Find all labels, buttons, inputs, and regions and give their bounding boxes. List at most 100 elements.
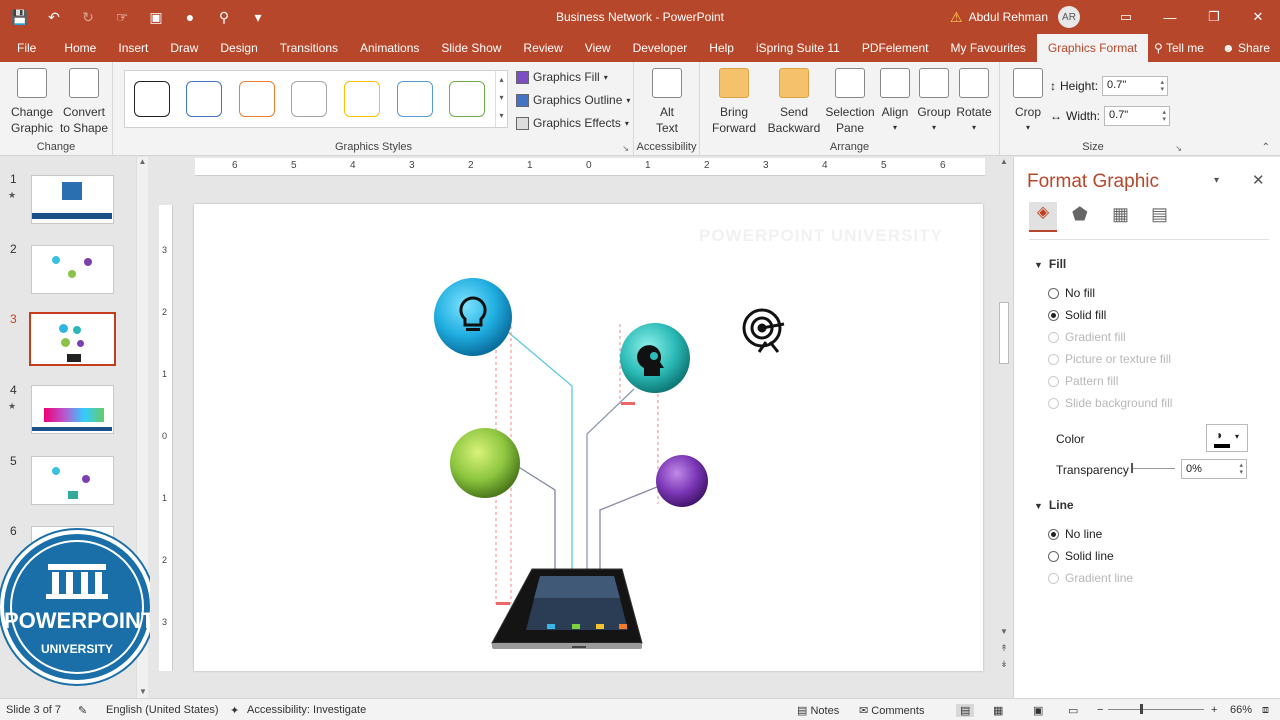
collapse-ribbon-icon[interactable]: ⌃ <box>1262 142 1270 153</box>
target-icon[interactable] <box>742 308 785 353</box>
next-slide-icon[interactable]: ↡ <box>998 659 1010 670</box>
selection-pane-button[interactable]: Selection Pane <box>824 68 876 136</box>
no-fill-option[interactable]: No fill <box>1048 286 1095 300</box>
tab-ispring[interactable]: iSpring Suite 11 <box>745 34 851 62</box>
fit-to-window-icon[interactable]: ⧈ <box>1262 704 1269 717</box>
style-swatch-3[interactable] <box>239 81 275 117</box>
slideshow-view-icon[interactable]: ▣ <box>1033 704 1043 717</box>
minimize-icon[interactable]: — <box>1148 10 1192 25</box>
scroll-thumb[interactable] <box>999 302 1009 364</box>
align-button[interactable]: Align ▾ <box>876 68 914 136</box>
graphics-outline-button[interactable]: Graphics Outline ▾ <box>516 93 630 107</box>
fill-section-header[interactable]: ▼ Fill <box>1034 257 1066 271</box>
tablet-device[interactable] <box>491 568 643 649</box>
scroll-down-icon[interactable]: ▼ <box>137 687 149 696</box>
language-indicator[interactable]: English (United States) <box>106 704 219 716</box>
tab-my-favourites[interactable]: My Favourites <box>940 34 1037 62</box>
sphere-teal[interactable] <box>620 323 690 393</box>
gallery-scroll[interactable]: ▴ ▾ ▾ <box>495 71 507 127</box>
slide-thumbnail-1[interactable] <box>31 175 114 224</box>
slide-counter[interactable]: Slide 3 of 7 <box>6 704 61 716</box>
transparency-slider[interactable] <box>1131 463 1175 473</box>
height-input[interactable]: ▴ ▾ 0.7" <box>1102 76 1169 96</box>
tab-help[interactable]: Help <box>698 34 745 62</box>
transparency-input[interactable]: 0% ▴ ▾ <box>1181 459 1247 479</box>
tab-graphics-format[interactable]: Graphics Format <box>1036 34 1149 62</box>
tab-design[interactable]: Design <box>209 34 268 62</box>
close-icon[interactable]: ✕ <box>1236 9 1280 25</box>
user-name[interactable]: Abdul Rehman <box>969 10 1048 24</box>
group-button[interactable]: Group ▾ <box>914 68 954 136</box>
maximize-icon[interactable]: ❐ <box>1192 9 1236 25</box>
style-swatch-4[interactable] <box>291 81 327 117</box>
style-swatch-6[interactable] <box>397 81 433 117</box>
tab-view[interactable]: View <box>574 34 622 62</box>
style-swatch-5[interactable] <box>344 81 380 117</box>
solid-fill-option[interactable]: Solid fill <box>1048 308 1106 322</box>
tab-animations[interactable]: Animations <box>349 34 430 62</box>
tab-developer[interactable]: Developer <box>622 34 699 62</box>
zoom-level[interactable]: 66% <box>1230 704 1252 716</box>
share-button[interactable]: ☻ Share <box>1222 41 1270 55</box>
spinner-icon[interactable]: ▴ ▾ <box>1239 462 1243 476</box>
zoom-in-icon[interactable]: + <box>1211 704 1217 716</box>
graphics-fill-button[interactable]: Graphics Fill ▾ <box>516 70 608 84</box>
size-dialog-launcher-icon[interactable]: ↘ <box>1175 144 1182 153</box>
tab-home[interactable]: Home <box>53 34 107 62</box>
tab-transitions[interactable]: Transitions <box>269 34 349 62</box>
scroll-up-icon[interactable]: ▲ <box>998 157 1010 166</box>
warning-icon[interactable]: ⚠ <box>950 9 963 26</box>
notes-button[interactable]: ▤ Notes <box>797 704 839 717</box>
sphere-blue[interactable] <box>434 278 512 356</box>
spinner-icon[interactable]: ▴ ▾ <box>1161 79 1165 93</box>
zoom-slider[interactable] <box>1108 704 1204 714</box>
slider-thumb[interactable] <box>1131 463 1133 473</box>
color-picker-button[interactable]: ◑ ▾ <box>1206 424 1248 452</box>
convert-to-shape-button[interactable]: Convert to Shape <box>58 68 110 136</box>
line-section-header[interactable]: ▼ Line <box>1034 498 1074 512</box>
slide-thumbnail-4[interactable] <box>31 385 114 434</box>
no-line-option[interactable]: No line <box>1048 527 1102 541</box>
slide-canvas[interactable]: POWERPOINT UNIVERSITY <box>194 204 983 671</box>
size-properties-tab-icon[interactable]: ▦ <box>1112 204 1129 225</box>
change-graphic-button[interactable]: Change Graphic <box>6 68 58 136</box>
normal-view-icon[interactable]: ▤ <box>956 704 975 717</box>
ribbon-display-icon[interactable]: ▭ <box>1104 9 1148 25</box>
spelling-icon[interactable]: ✎ <box>78 704 87 717</box>
comments-button[interactable]: ✉ Comments <box>859 704 924 717</box>
prev-slide-icon[interactable]: ↟ <box>998 643 1010 654</box>
rotate-button[interactable]: Rotate ▾ <box>954 68 994 136</box>
tell-me-search[interactable]: ⚲ Tell me <box>1154 41 1204 55</box>
dialog-launcher-icon[interactable]: ↘ <box>622 144 629 153</box>
style-swatch-7[interactable] <box>449 81 485 117</box>
solid-line-option[interactable]: Solid line <box>1048 549 1114 563</box>
fill-line-tab[interactable]: ◈ <box>1029 202 1057 232</box>
accessibility-status[interactable]: Accessibility: Investigate <box>247 704 366 716</box>
picture-tab-icon[interactable]: ▤ <box>1151 204 1168 225</box>
tab-slide-show[interactable]: Slide Show <box>430 34 512 62</box>
style-swatch-1[interactable] <box>134 81 170 117</box>
slide-thumbnail-2[interactable] <box>31 245 114 294</box>
graphics-effects-button[interactable]: Graphics Effects ▾ <box>516 116 629 130</box>
scroll-up-icon[interactable]: ▲ <box>137 157 148 166</box>
tab-pdfelement[interactable]: PDFelement <box>851 34 940 62</box>
pane-options-chevron-icon[interactable]: ▾ <box>1214 175 1219 186</box>
scroll-down-icon[interactable]: ▼ <box>998 627 1010 636</box>
width-input[interactable]: ▴ ▾ 0.7" <box>1104 106 1171 126</box>
crop-button[interactable]: Crop ▾ <box>1010 68 1046 136</box>
spinner-icon[interactable]: ▴ ▾ <box>1163 109 1167 123</box>
tab-draw[interactable]: Draw <box>159 34 209 62</box>
style-swatch-2[interactable] <box>186 81 222 117</box>
effects-tab-icon[interactable]: ⬟ <box>1072 204 1088 225</box>
slide-thumbnail-5[interactable] <box>31 456 114 505</box>
slide-sorter-icon[interactable]: ▦ <box>993 704 1003 717</box>
zoom-slider-thumb[interactable] <box>1140 704 1143 714</box>
slide-scrollbar[interactable]: ▲ ▼ ↟ ↡ <box>998 157 1010 698</box>
bring-forward-button[interactable]: Bring Forward <box>704 68 764 136</box>
reading-view-icon[interactable]: ▭ <box>1068 704 1078 717</box>
alt-text-button[interactable]: Alt Text <box>642 68 692 136</box>
sphere-purple[interactable] <box>656 455 708 507</box>
slide-thumbnail-3[interactable] <box>29 312 116 366</box>
tab-file[interactable]: File <box>0 34 53 62</box>
tab-insert[interactable]: Insert <box>107 34 159 62</box>
